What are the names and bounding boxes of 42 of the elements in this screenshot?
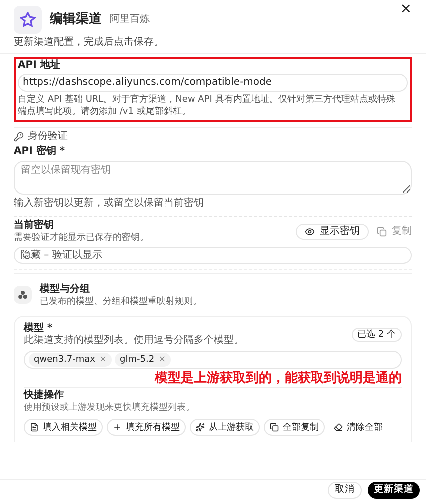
- quick-action-button[interactable]: 从上游获取: [190, 419, 260, 436]
- field-label: API 密钥 *: [14, 146, 66, 158]
- section-title: 模型与分组: [40, 284, 91, 296]
- field-help: 需要验证才能显示已保存的密钥。: [14, 232, 150, 244]
- section-label: 身份验证: [28, 131, 68, 143]
- section-description: 已发布的模型、分组和模型重映射规则。: [40, 296, 202, 308]
- dialog-description: 更新渠道配置，完成后点击保存。: [14, 37, 165, 49]
- update-channel-button[interactable]: 更新渠道: [368, 482, 420, 498]
- field-help: 使用预设或上游发现来更快填充模型列表。: [24, 402, 196, 414]
- field-label: 当前密钥: [14, 220, 55, 232]
- dialog-title: 编辑渠道: [50, 14, 102, 26]
- plus-icon: [113, 423, 122, 432]
- field-label: 快捷操作: [24, 390, 65, 402]
- field-help: 输入新密钥以更新，或留空以保留当前密钥: [14, 198, 205, 210]
- selected-count-badge: 已选 2 个: [352, 328, 402, 342]
- quick-action-button[interactable]: 填入相关模型: [24, 419, 103, 436]
- quick-action-button[interactable]: 全部复制: [264, 419, 325, 436]
- close-button[interactable]: ×: [400, 2, 412, 16]
- cancel-button[interactable]: 取消: [328, 482, 362, 498]
- annotation-text: 模型是上游获取到的，能获取到说明是通的: [155, 371, 402, 386]
- tag-text: qwen3.7-max: [34, 354, 96, 366]
- sparkle-icon: [196, 423, 205, 432]
- field-help: 此渠道支持的模型列表。使用逗号分隔多个模型。: [24, 335, 245, 347]
- field-label: 模型 *: [24, 323, 54, 334]
- logo-icon: [14, 6, 42, 34]
- tag-text: glm-5.2: [120, 354, 155, 366]
- show-key-button[interactable]: 显示密钥: [296, 224, 369, 240]
- copy-icon: [270, 423, 279, 432]
- api-address-field[interactable]: https://dashscope.aliyuncs.com/compatible-mode: [18, 74, 408, 92]
- api-key-field[interactable]: 留空以保留现有密钥: [14, 161, 412, 195]
- field-label: API 地址: [18, 60, 62, 72]
- file-icon: [30, 423, 39, 432]
- models-icon: [14, 286, 32, 304]
- quick-action-button[interactable]: 清除全部: [329, 419, 388, 436]
- eraser-icon: [334, 423, 343, 432]
- current-key-field[interactable]: 隐藏 – 验证以显示: [14, 247, 412, 264]
- field-help: 自定义 API 基础 URL。对于官方渠道，New API 具有内置地址。仅针对第三方代理站点或特殊端点填写此项。请勿添加 /v1 或尾部斜杠。: [18, 94, 396, 118]
- dialog-subtitle: 阿里百炼: [110, 14, 150, 26]
- quick-action-button[interactable]: 填充所有模型: [107, 419, 186, 436]
- copy-icon: [377, 227, 387, 237]
- key-icon: [14, 132, 24, 142]
- eye-icon: [305, 227, 315, 237]
